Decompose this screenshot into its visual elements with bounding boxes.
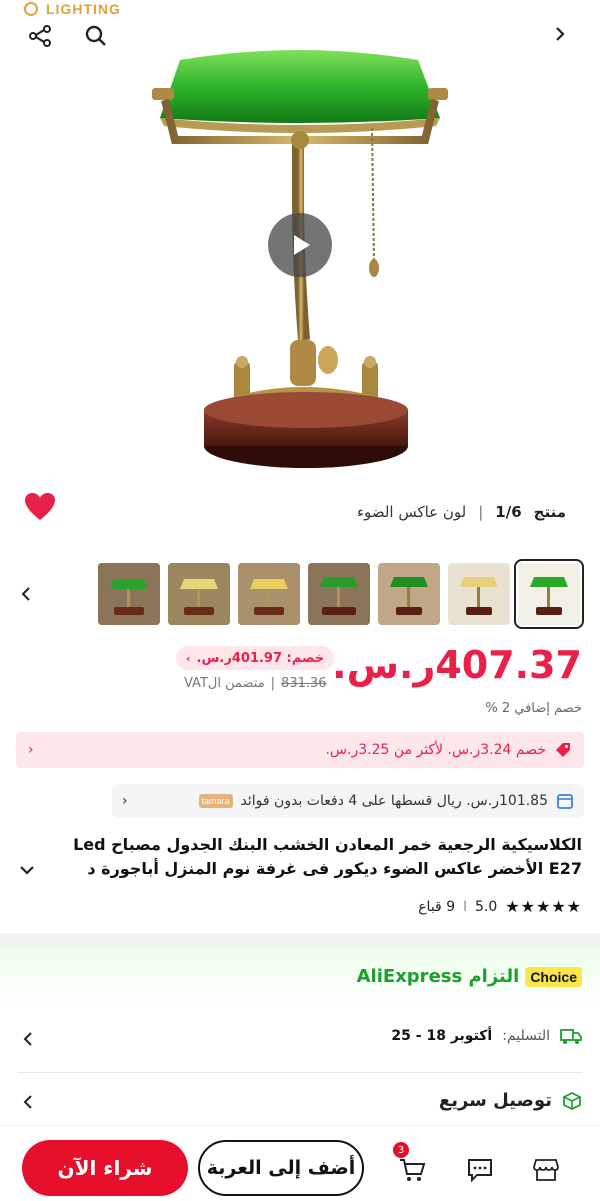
choice-badge: Choice [525,966,582,987]
variant-name: لون عاكس الضوء [357,503,467,521]
extra-discount: خصم إضافي 2 % [485,701,582,716]
count-label: منتج [533,503,566,521]
tamara-logo: tamara [198,794,233,808]
chevron-icon: › [186,651,191,665]
coupon-text: خصم 3.24ر.س. لأكثر من 3.25ر.س. [325,742,546,758]
thumbnail[interactable] [168,563,230,625]
old-price: 831.36 [281,676,327,691]
product-title: الكلاسيكية الرجعية خمر المعادن الخشب الب… [73,835,582,878]
cart-count-badge: 3 [393,1142,409,1158]
installments-text: 101.85ر.س. ريال قسطها على 4 دفعات بدون ف… [240,793,548,809]
brand-logo: LIGHTING [22,0,121,20]
fast-delivery-chevron-icon[interactable] [20,1093,36,1115]
buy-now-button[interactable]: شراء الآن [22,1140,188,1196]
thumbnail[interactable] [238,563,300,625]
store-icon[interactable] [526,1150,566,1190]
separator: | [478,503,484,521]
installments-row[interactable]: 101.85ر.س. ريال قسطها على 4 دفعات بدون ف… [112,784,584,818]
old-price-row: 831.36 | متضمن الVAT [184,676,327,691]
product-variant-row: منتج 1/6 | لون عاكس الضوء [357,503,566,521]
choice-text: التزام AliExpress [356,966,520,987]
chat-icon[interactable] [460,1150,500,1190]
vat-label: متضمن الVAT [184,676,265,691]
discount-pill[interactable]: خصم: 401.97ر.س. › [176,646,335,670]
chevron-left-icon: ‹ [122,793,128,809]
delivery-row[interactable]: التسليم: أكتوبر 18 - 25 [391,1027,582,1045]
rating-row[interactable]: ★★★★★ 5.0 ا 9 قباع [418,897,582,916]
truck-icon [560,1029,582,1044]
add-to-cart-button[interactable]: أضف إلى العربة [198,1140,364,1196]
thumbnail[interactable] [98,563,160,625]
search-icon[interactable] [78,18,114,54]
delivery-chevron-icon[interactable] [20,1030,36,1052]
sold-count: 9 قباع [418,898,456,915]
vat-separator: | [270,676,276,691]
thumbnail[interactable] [448,563,510,625]
discount-pill-text: خصم: 401.97ر.س. [196,650,325,666]
thumbs-chevron-left-icon[interactable] [18,585,34,607]
current-price: 407.37ر.س. [332,643,582,687]
rating-sep: ا [463,898,468,915]
chevron-left-icon: ‹ [28,742,34,758]
box-icon [563,1091,581,1110]
fast-delivery-row[interactable]: توصيل سريع [439,1090,582,1111]
play-icon [294,235,310,255]
tag-icon [556,743,570,757]
stars-icon: ★★★★★ [505,897,582,916]
share-icon[interactable] [22,18,58,54]
chevron-right-icon[interactable] [542,16,578,52]
delivery-date: أكتوبر 18 - 25 [391,1028,493,1044]
wishlist-heart-icon[interactable] [24,492,56,526]
delivery-label: التسليم: [502,1028,550,1044]
product-image[interactable]: LIGHTING [0,0,600,490]
fast-delivery-text: توصيل سريع [438,1090,552,1111]
count-value: 1/6 [495,503,522,521]
coupon-banner[interactable]: خصم 3.24ر.س. لأكثر من 3.25ر.س. ‹ [16,732,584,768]
calendar-icon [557,794,573,809]
brand-icon [24,2,38,16]
expand-title-chevron-icon[interactable] [18,862,36,882]
thumbnail[interactable] [308,563,370,625]
thumbnail[interactable] [514,559,584,629]
thumbnail[interactable] [378,563,440,625]
section-divider [0,933,600,945]
choice-commitment: Choice التزام AliExpress [357,966,582,987]
rating-score: 5.0 [475,898,498,915]
thumbnail-strip [90,559,584,629]
divider-line [18,1072,582,1073]
play-video-button[interactable] [268,213,332,277]
brand-name: LIGHTING [46,1,121,17]
